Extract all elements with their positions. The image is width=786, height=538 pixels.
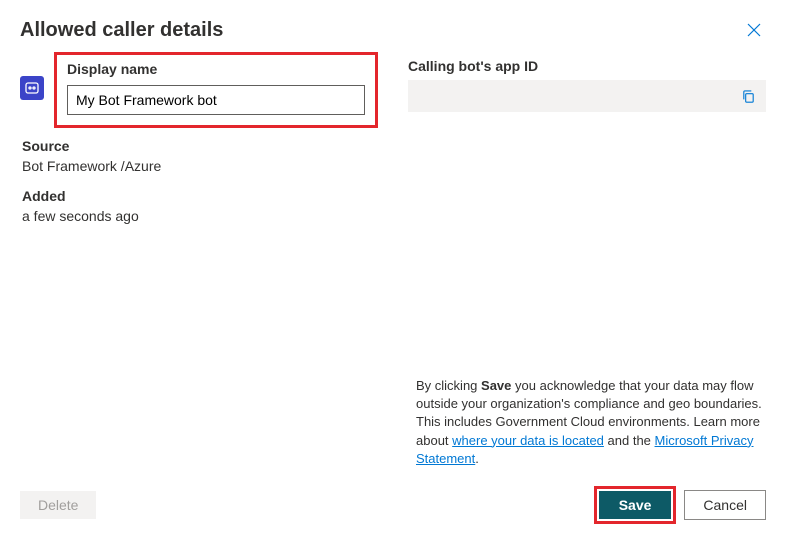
- disclaimer-save-word: Save: [481, 378, 511, 393]
- right-column: Calling bot's app ID: [408, 52, 766, 238]
- source-block: Source Bot Framework /Azure: [20, 138, 378, 174]
- save-button-highlight: Save: [594, 486, 677, 524]
- app-id-label: Calling bot's app ID: [408, 58, 766, 74]
- added-value: a few seconds ago: [22, 208, 378, 224]
- panel-header: Allowed caller details: [0, 0, 786, 52]
- panel-title: Allowed caller details: [20, 19, 223, 42]
- footer: Delete Save Cancel: [20, 486, 766, 524]
- added-block: Added a few seconds ago: [20, 188, 378, 224]
- added-label: Added: [22, 188, 378, 204]
- display-name-label: Display name: [67, 61, 365, 77]
- cancel-button[interactable]: Cancel: [684, 490, 766, 520]
- data-location-link[interactable]: where your data is located: [452, 433, 604, 448]
- copy-icon: [741, 89, 756, 104]
- source-value: Bot Framework /Azure: [22, 158, 378, 174]
- delete-button[interactable]: Delete: [20, 491, 96, 519]
- save-disclaimer: By clicking Save you acknowledge that yo…: [416, 377, 766, 468]
- display-name-input[interactable]: [67, 85, 365, 115]
- footer-right-buttons: Save Cancel: [594, 486, 766, 524]
- disclaimer-middle: and the: [604, 433, 655, 448]
- close-button[interactable]: [742, 18, 766, 42]
- bot-icon: [20, 76, 44, 100]
- disclaimer-text: By clicking: [416, 378, 481, 393]
- close-icon: [747, 23, 761, 37]
- display-name-highlight: Display name: [54, 52, 378, 128]
- copy-button[interactable]: [738, 86, 758, 106]
- source-label: Source: [22, 138, 378, 154]
- save-button[interactable]: Save: [599, 491, 672, 519]
- app-id-field: [408, 80, 766, 112]
- disclaimer-suffix: .: [475, 451, 479, 466]
- left-column: Display name Source Bot Framework /Azure…: [20, 52, 378, 238]
- content-area: Display name Source Bot Framework /Azure…: [0, 52, 786, 238]
